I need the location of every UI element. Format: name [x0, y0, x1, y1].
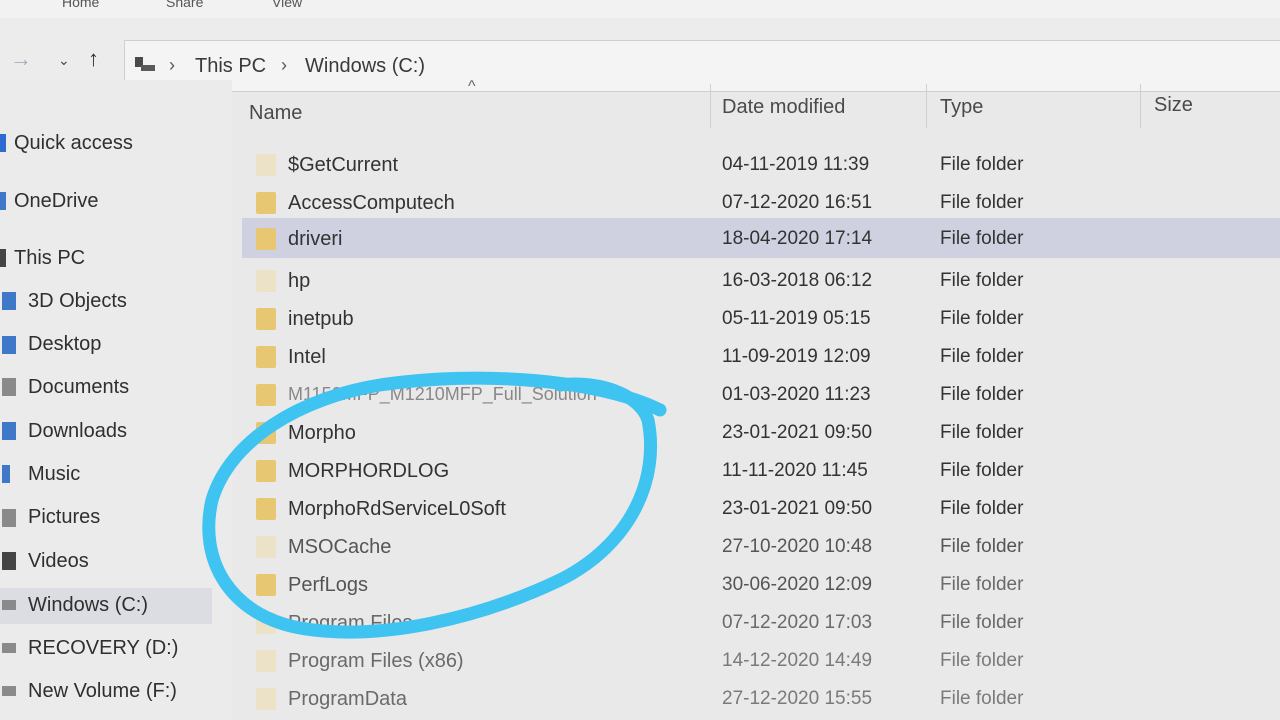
column-divider[interactable] — [926, 84, 927, 128]
folder-icon — [256, 612, 276, 634]
table-row[interactable]: MorphoRdServiceL0Soft 23-01-2021 09:50 F… — [232, 488, 1280, 526]
table-row[interactable]: MSOCache 27-10-2020 10:48 File folder — [232, 526, 1280, 564]
sidebar-item-windows-c[interactable]: Windows (C:) — [0, 588, 212, 624]
back-arrow-icon[interactable]: → — [10, 46, 32, 72]
breadcrumb-this-pc[interactable]: This PC — [195, 55, 266, 78]
navigation-pane: Quick access OneDrive This PC 3D Objects… — [0, 80, 232, 720]
folder-icon — [256, 498, 276, 520]
column-divider[interactable] — [1140, 84, 1141, 128]
table-row[interactable]: PerfLogs 30-06-2020 12:09 File folder — [232, 564, 1280, 602]
document-icon — [2, 378, 16, 396]
drive-icon — [2, 600, 16, 610]
tab-home[interactable]: Home — [62, 0, 99, 10]
folder-icon — [256, 270, 276, 292]
folder-icon — [256, 574, 276, 596]
column-divider[interactable] — [710, 84, 711, 128]
folder-icon — [256, 688, 276, 710]
table-row[interactable]: Morpho 23-01-2021 09:50 File folder — [232, 412, 1280, 450]
drive-icon — [2, 643, 16, 653]
folder-icon — [256, 460, 276, 482]
drive-icon — [2, 686, 16, 696]
table-row[interactable]: MORPHORDLOG 11-11-2020 11:45 File folder — [232, 450, 1280, 488]
table-row[interactable]: Intel 11-09-2019 12:09 File folder — [232, 336, 1280, 374]
table-row[interactable]: inetpub 05-11-2019 05:15 File folder — [232, 298, 1280, 336]
breadcrumb-separator-icon: › — [169, 55, 175, 75]
breadcrumb-windows-c[interactable]: Windows (C:) — [305, 55, 425, 78]
folder-icon — [256, 422, 276, 444]
breadcrumb-separator-icon: › — [281, 55, 287, 75]
picture-icon — [2, 509, 16, 527]
table-row[interactable]: Program Files 07-12-2020 17:03 File fold… — [232, 602, 1280, 640]
folder-icon — [256, 650, 276, 672]
chevron-down-icon[interactable]: ⌄ — [58, 52, 70, 69]
tab-share[interactable]: Share — [166, 0, 203, 10]
column-header-date-modified[interactable]: Date modified — [722, 96, 845, 119]
table-row[interactable]: AccessComputech 07-12-2020 16:51 File fo… — [232, 182, 1280, 220]
cube-icon — [2, 292, 16, 310]
folder-icon — [256, 384, 276, 406]
navigation-bar: → ⌄ ↑ › This PC › Windows (C:) — [0, 18, 1280, 92]
folder-icon — [256, 228, 276, 250]
up-arrow-icon[interactable]: ↑ — [88, 46, 99, 72]
table-row[interactable]: ProgramData 27-12-2020 15:55 File folder — [232, 678, 1280, 716]
pc-icon — [135, 57, 155, 71]
column-headers: ^ Name Date modified Type Size — [232, 78, 1280, 136]
folder-icon — [256, 308, 276, 330]
tab-view[interactable]: View — [272, 0, 302, 10]
star-icon — [0, 134, 6, 152]
sort-ascending-icon: ^ — [468, 78, 476, 95]
folder-icon — [256, 536, 276, 558]
table-row[interactable]: hp 16-03-2018 06:12 File folder — [232, 260, 1280, 298]
folder-icon — [256, 346, 276, 368]
desktop-icon — [2, 336, 16, 354]
video-icon — [2, 552, 16, 570]
column-header-name[interactable]: Name — [249, 102, 302, 125]
cloud-icon — [0, 192, 6, 210]
column-header-type[interactable]: Type — [940, 96, 983, 119]
music-note-icon — [2, 465, 10, 483]
computer-icon — [0, 249, 6, 267]
folder-icon — [256, 154, 276, 176]
folder-icon — [256, 192, 276, 214]
column-header-size[interactable]: Size — [1154, 94, 1193, 117]
table-row[interactable]: $GetCurrent 04-11-2019 11:39 File folder — [232, 144, 1280, 182]
download-icon — [2, 422, 16, 440]
table-row[interactable]: M1150MFP_M1210MFP_Full_Solution 01-03-20… — [232, 374, 1280, 412]
table-row-selected[interactable]: driveri 18-04-2020 17:14 File folder — [242, 218, 1280, 258]
table-row[interactable]: Program Files (x86) 14-12-2020 14:49 Fil… — [232, 640, 1280, 678]
ribbon-tabs: Home Share View — [0, 0, 1280, 19]
file-list: $GetCurrent 04-11-2019 11:39 File folder… — [232, 136, 1280, 720]
